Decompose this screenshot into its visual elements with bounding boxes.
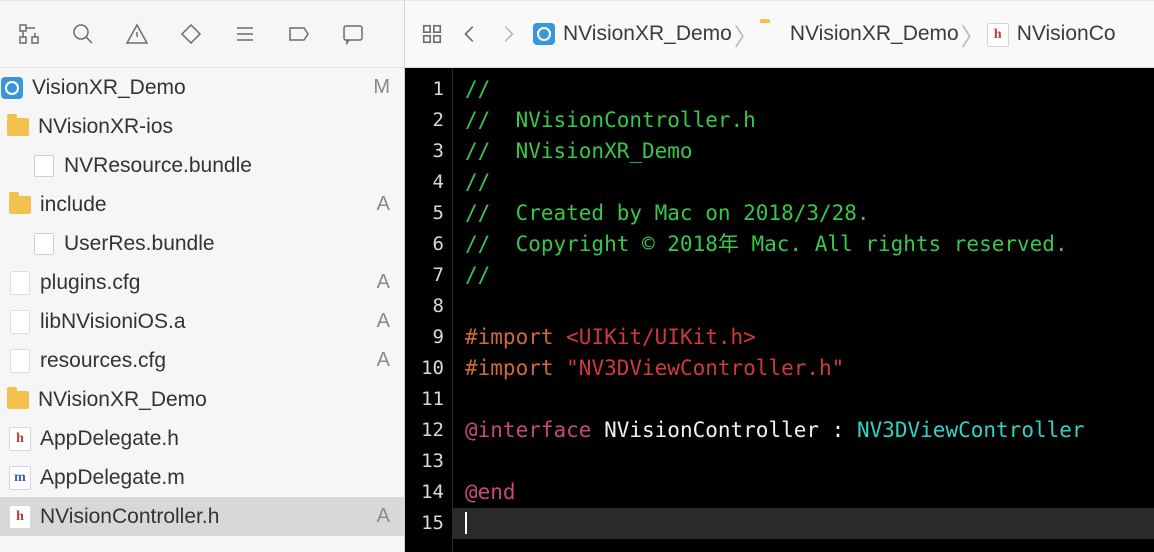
list-icon[interactable]: [232, 21, 258, 47]
tree-row[interactable]: NVisionXR-ios: [0, 107, 404, 146]
tree-row-label: VisionXR_Demo: [32, 76, 364, 100]
tree-row-label: NVisionXR-ios: [38, 115, 364, 139]
code-body[interactable]: //// NVisionController.h// NVisionXR_Dem…: [453, 68, 1154, 552]
tree-row[interactable]: plugins.cfgA: [0, 263, 404, 302]
folder-icon: [6, 388, 30, 412]
file-tree[interactable]: VisionXR_DemoMNVisionXR-iosNVResource.bu…: [0, 68, 404, 552]
navigator-filter-bar: [0, 0, 404, 68]
code-line[interactable]: [465, 508, 1154, 539]
forward-icon[interactable]: [495, 21, 521, 47]
code-line[interactable]: [465, 384, 1154, 415]
search-icon[interactable]: [70, 21, 96, 47]
tree-row-label: AppDelegate.m: [40, 466, 364, 490]
code-line[interactable]: [465, 446, 1154, 477]
chevron-right-icon: 〉: [732, 17, 760, 52]
code-line[interactable]: //: [465, 74, 1154, 105]
tree-row-label: libNVisioniOS.a: [40, 310, 364, 334]
folder-icon: [6, 115, 30, 139]
scm-status: A: [364, 349, 390, 372]
related-items-icon[interactable]: [419, 21, 445, 47]
tree-row-label: AppDelegate.h: [40, 427, 364, 451]
file-icon: [8, 310, 32, 334]
file-icon: [8, 271, 32, 295]
code-line[interactable]: @end: [465, 477, 1154, 508]
h-file-icon: h: [987, 23, 1009, 45]
tag-icon[interactable]: [286, 21, 312, 47]
code-line[interactable]: //: [465, 167, 1154, 198]
breadcrumb[interactable]: NVisionXR_Demo〉NVisionXR_Demo〉hNVisionCo: [533, 17, 1116, 52]
warning-icon[interactable]: [124, 21, 150, 47]
project-icon: [533, 23, 555, 45]
tree-row-label: include: [40, 193, 364, 217]
xcode-window: VisionXR_DemoMNVisionXR-iosNVResource.bu…: [0, 0, 1154, 552]
breadcrumb-segment[interactable]: NVisionXR_Demo: [760, 22, 959, 46]
h-file-icon: h: [8, 427, 32, 451]
code-line[interactable]: //: [465, 260, 1154, 291]
scm-status: A: [364, 193, 390, 216]
tree-row[interactable]: VisionXR_DemoM: [0, 68, 404, 107]
tree-row[interactable]: NVisionXR_Demo: [0, 380, 404, 419]
breadcrumb-label: NVisionXR_Demo: [563, 22, 732, 46]
project-navigator: VisionXR_DemoMNVisionXR-iosNVResource.bu…: [0, 0, 405, 552]
code-line[interactable]: @interface NVisionController : NV3DViewC…: [465, 415, 1154, 446]
folder-icon: [760, 23, 782, 45]
breadcrumb-label: NVisionCo: [1017, 22, 1116, 46]
tree-row[interactable]: h AppDelegate.h: [0, 419, 404, 458]
bundle-icon: [32, 232, 56, 256]
line-gutter: 123456789101112131415: [405, 68, 453, 552]
tree-row[interactable]: resources.cfgA: [0, 341, 404, 380]
tree-row-label: NVisionXR_Demo: [38, 388, 364, 412]
project-icon: [0, 76, 24, 100]
code-line[interactable]: // Copyright © 2018年 Mac. All rights res…: [465, 229, 1154, 260]
tree-row[interactable]: includeA: [0, 185, 404, 224]
breadcrumb-label: NVisionXR_Demo: [790, 22, 959, 46]
tree-row[interactable]: h NVisionController.hA: [0, 497, 404, 536]
editor-pane: NVisionXR_Demo〉NVisionXR_Demo〉hNVisionCo…: [405, 0, 1154, 552]
editor-jump-bar: NVisionXR_Demo〉NVisionXR_Demo〉hNVisionCo: [405, 0, 1154, 68]
h-file-icon: h: [8, 505, 32, 529]
chat-icon[interactable]: [340, 21, 366, 47]
tree-row-label: resources.cfg: [40, 349, 364, 373]
code-editor[interactable]: 123456789101112131415 //// NVisionContro…: [405, 68, 1154, 552]
tree-row-label: NVResource.bundle: [64, 154, 364, 178]
breadcrumb-segment[interactable]: h NVisionCo: [987, 22, 1116, 46]
diamond-icon[interactable]: [178, 21, 204, 47]
code-line[interactable]: #import <UIKit/UIKit.h>: [465, 322, 1154, 353]
tree-row-label: plugins.cfg: [40, 271, 364, 295]
tree-row[interactable]: NVResource.bundle: [0, 146, 404, 185]
m-file-icon: m: [8, 466, 32, 490]
code-line[interactable]: [465, 291, 1154, 322]
scm-status: M: [364, 76, 390, 99]
tree-row-label: UserRes.bundle: [64, 232, 364, 256]
code-line[interactable]: // Created by Mac on 2018/3/28.: [465, 198, 1154, 229]
code-line[interactable]: // NVisionController.h: [465, 105, 1154, 136]
tree-row[interactable]: UserRes.bundle: [0, 224, 404, 263]
scm-status: A: [364, 310, 390, 333]
back-icon[interactable]: [457, 21, 483, 47]
tree-row-label: NVisionController.h: [40, 505, 364, 529]
chevron-right-icon: 〉: [959, 17, 987, 52]
code-line[interactable]: #import "NV3DViewController.h": [465, 353, 1154, 384]
text-cursor: [465, 512, 467, 534]
tree-row[interactable]: libNVisioniOS.aA: [0, 302, 404, 341]
file-icon: [8, 349, 32, 373]
scm-status: A: [364, 505, 390, 528]
bundle-icon: [32, 154, 56, 178]
code-line[interactable]: // NVisionXR_Demo: [465, 136, 1154, 167]
scm-status: A: [364, 271, 390, 294]
breadcrumb-segment[interactable]: NVisionXR_Demo: [533, 22, 732, 46]
folder-icon: [8, 193, 32, 217]
structure-icon[interactable]: [16, 21, 42, 47]
tree-row[interactable]: m AppDelegate.m: [0, 458, 404, 497]
